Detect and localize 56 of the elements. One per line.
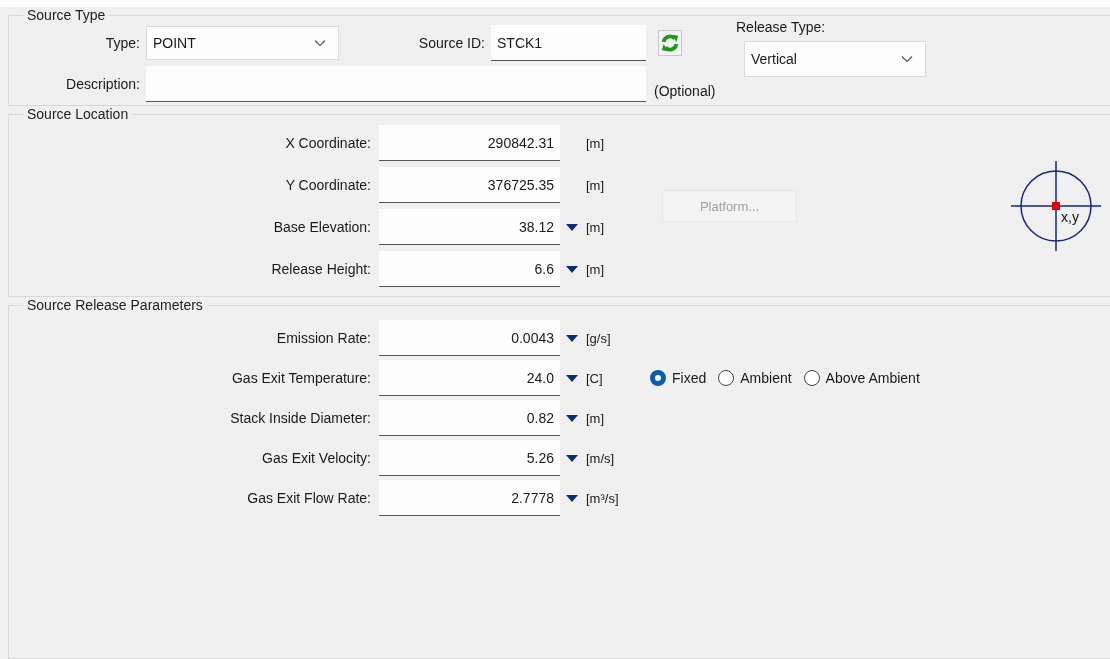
field-label: Gas Exit Flow Rate: (246, 490, 372, 506)
section-title: Source Release Parameters (26, 297, 204, 313)
unit-label: [g/s] (585, 330, 612, 346)
field-label: Gas Exit Velocity: (261, 450, 372, 466)
number-field[interactable]: 38.12 (379, 209, 560, 245)
number-field[interactable]: 290842.31 (379, 125, 560, 161)
radio-option[interactable]: Above Ambient (803, 370, 920, 386)
radio-option[interactable]: Fixed (650, 370, 707, 386)
number-field[interactable]: 0.82 (379, 400, 560, 436)
refresh-icon (660, 32, 680, 54)
chevron-icon (314, 39, 326, 47)
field-label: Gas Exit Temperature: (230, 370, 372, 386)
field-label: Base Elevation: (272, 219, 372, 235)
unit-label: [m] (585, 410, 606, 426)
number-field[interactable]: 5.26 (379, 440, 560, 476)
field-label: Release Height: (270, 261, 372, 277)
dropdown-value: Vertical (751, 51, 797, 67)
dropdown-value: POINT (153, 35, 196, 51)
unit-label: [m] (585, 177, 606, 193)
crosshair-icon (1010, 160, 1102, 252)
number-field[interactable]: 24.0 (379, 360, 560, 396)
unit-label: [m] (585, 219, 606, 235)
number-field[interactable]: 6.6 (379, 251, 560, 287)
chevron-icon (901, 55, 913, 63)
source-id-field[interactable]: STCK1 (491, 25, 646, 61)
field-label: Release Type: (736, 19, 827, 35)
description-field[interactable] (146, 66, 646, 102)
number-field[interactable]: 2.7778 (379, 480, 560, 516)
field-label: Source ID: (417, 35, 486, 51)
radio-button[interactable] (803, 370, 820, 386)
section-title: Source Type (26, 7, 107, 23)
radio-button[interactable] (650, 370, 666, 386)
type-dropdown[interactable]: POINT (146, 26, 339, 60)
field-label: Y Coordinate: (284, 177, 372, 193)
number-field[interactable]: 376725.35 (379, 167, 560, 203)
unit-label: [m] (585, 261, 606, 277)
radio-label: Fixed (672, 370, 707, 386)
radio-button[interactable] (718, 370, 735, 386)
release-type-dropdown[interactable]: Vertical (744, 41, 926, 77)
section-title: Source Location (26, 106, 130, 122)
field-label: Emission Rate: (275, 330, 372, 346)
field-label: Type: (104, 35, 141, 51)
radio-label: Ambient (740, 370, 792, 386)
unit-label: [m³/s] (585, 490, 620, 506)
unit-label: [C] (585, 370, 604, 386)
optional-note: (Optional) (653, 83, 717, 101)
field-label: Stack Inside Diameter: (229, 410, 372, 426)
radio-option[interactable]: Ambient (718, 370, 792, 386)
field-label: Description: (65, 76, 141, 92)
unit-label: [m] (585, 135, 606, 151)
number-field[interactable]: 0.0043 (379, 320, 560, 356)
field-label: X Coordinate: (284, 135, 372, 151)
unit-label: [m/s] (585, 450, 616, 466)
coordinate-label: x,y (1061, 209, 1079, 225)
refresh-button[interactable] (658, 30, 682, 56)
radio-label: Above Ambient (825, 370, 920, 386)
